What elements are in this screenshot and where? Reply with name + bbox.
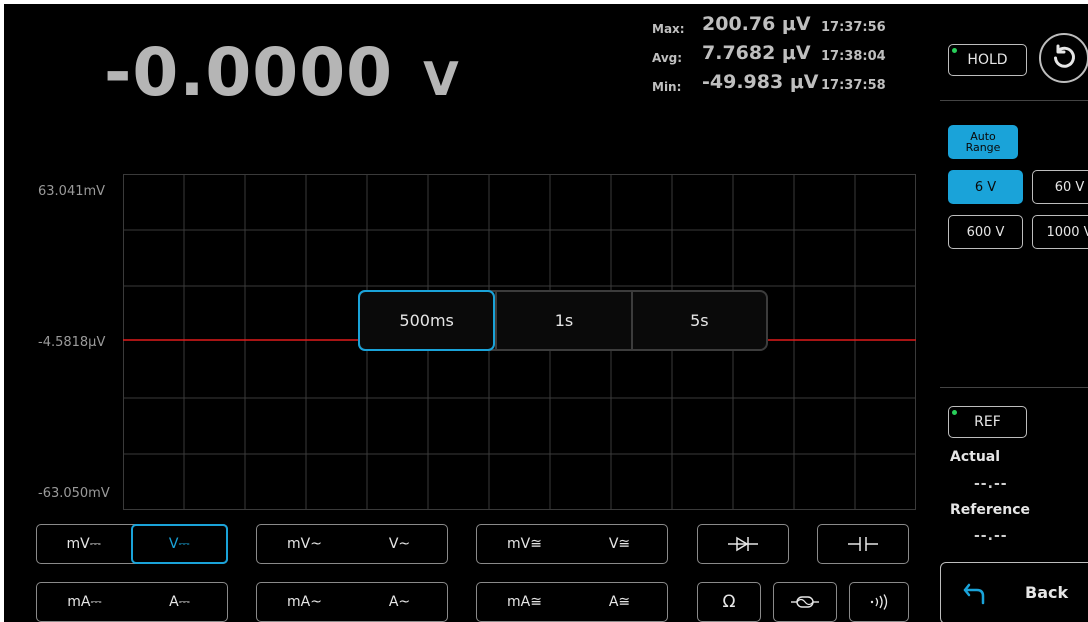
mode-a-ac[interactable]: A~ [352,583,447,621]
timebase-5s[interactable]: 5s [630,292,766,349]
ref-label: REF [974,414,1001,430]
back-button[interactable]: Back [940,562,1088,622]
mode-v-acdc[interactable]: V≅ [572,525,667,563]
reading-unit: V [423,52,459,106]
beeper-button[interactable] [849,582,909,622]
stat-label: Min: [652,80,682,94]
auto-range-label: Auto Range [965,130,1001,154]
acdc-voltage-group: mV≅ V≅ [476,524,668,564]
mode-ma-dc[interactable]: mA⎓ [37,583,132,621]
range-label: 600 V [966,224,1005,240]
statistics-panel: Max: 200.76 μV 17:37:56 Avg: 7.7682 μV 1… [644,12,924,99]
diode-button[interactable] [697,524,789,564]
sound-wave-icon [870,594,888,610]
stat-time: 17:38:04 [821,49,886,64]
timebase-500ms[interactable]: 500ms [358,290,496,351]
dc-voltage-group: mV⎓ V⎓ [36,524,228,564]
diode-icon [728,536,758,552]
range-label: 60 V [1054,179,1085,195]
dc-current-group: mA⎓ A⎓ [36,582,228,622]
capacitance-button[interactable] [817,524,909,564]
range-label: 1000 V [1046,224,1088,240]
hold-led-icon [952,48,957,53]
stat-value: 7.7682 μV [702,42,811,64]
y-axis-top-label: 63.041mV [38,184,106,199]
timebase-1s[interactable]: 1s [495,292,630,349]
stat-time: 17:37:58 [821,78,886,93]
mode-mv-ac[interactable]: mV~ [257,525,352,563]
mode-v-ac[interactable]: V~ [352,525,447,563]
mode-ma-ac[interactable]: mA~ [257,583,352,621]
range-6v-button[interactable]: 6 V [948,170,1023,204]
mode-a-acdc[interactable]: A≅ [572,583,667,621]
range-label: 6 V [974,179,997,195]
ohm-icon: Ω [722,592,736,612]
y-axis-bottom-label: -63.050mV [38,486,110,501]
ac-current-group: mA~ A~ [256,582,448,622]
ref-led-icon [952,410,957,415]
ref-button[interactable]: REF [948,406,1027,438]
stat-label: Max: [652,22,685,36]
ac-voltage-group: mV~ V~ [256,524,448,564]
auto-range-button[interactable]: Auto Range [948,125,1018,159]
refresh-button[interactable] [1039,33,1088,83]
y-axis-mid-label: -4.5818μV [38,335,106,350]
mode-ma-acdc[interactable]: mA≅ [477,583,572,621]
mode-v-dc[interactable]: V⎓ [130,524,228,564]
capacitor-icon [848,537,878,551]
stat-label: Avg: [652,51,683,65]
back-arrow-icon [963,583,985,605]
actual-value: --.-- [974,476,1008,492]
hold-button[interactable]: HOLD [948,44,1027,76]
range-60v-button[interactable]: 60 V [1032,170,1088,204]
reading-value: -0.0000 [104,34,394,111]
actual-label: Actual [950,449,1001,465]
reference-label: Reference [950,502,1031,518]
continuity-button[interactable] [773,582,837,622]
mode-mv-acdc[interactable]: mV≅ [477,525,572,563]
stat-time: 17:37:56 [821,20,886,35]
acdc-current-group: mA≅ A≅ [476,582,668,622]
timebase-selector: 500ms 1s 5s [358,290,768,351]
meter-screen: -0.0000 V Max: 200.76 μV 17:37:56 Avg: 7… [0,0,1088,622]
panel-divider [940,100,1088,101]
hold-label: HOLD [967,52,1008,68]
resistance-button[interactable]: Ω [697,582,761,622]
main-reading: -0.0000 V [104,34,459,114]
stat-avg: Avg: 7.7682 μV 17:38:04 [644,41,924,70]
fuse-icon [791,596,819,608]
reference-value: --.-- [974,528,1008,544]
range-1000v-button[interactable]: 1000 V [1032,215,1088,249]
refresh-icon [1054,44,1075,68]
mode-mv-dc[interactable]: mV⎓ [37,525,131,563]
mode-a-dc[interactable]: A⎓ [132,583,227,621]
stat-min: Min: -49.983 μV 17:37:58 [644,70,924,99]
stat-max: Max: 200.76 μV 17:37:56 [644,12,924,41]
range-600v-button[interactable]: 600 V [948,215,1023,249]
panel-divider [940,387,1088,388]
stat-value: 200.76 μV [702,13,811,35]
stat-value: -49.983 μV [702,71,819,93]
back-label: Back [1025,583,1069,602]
